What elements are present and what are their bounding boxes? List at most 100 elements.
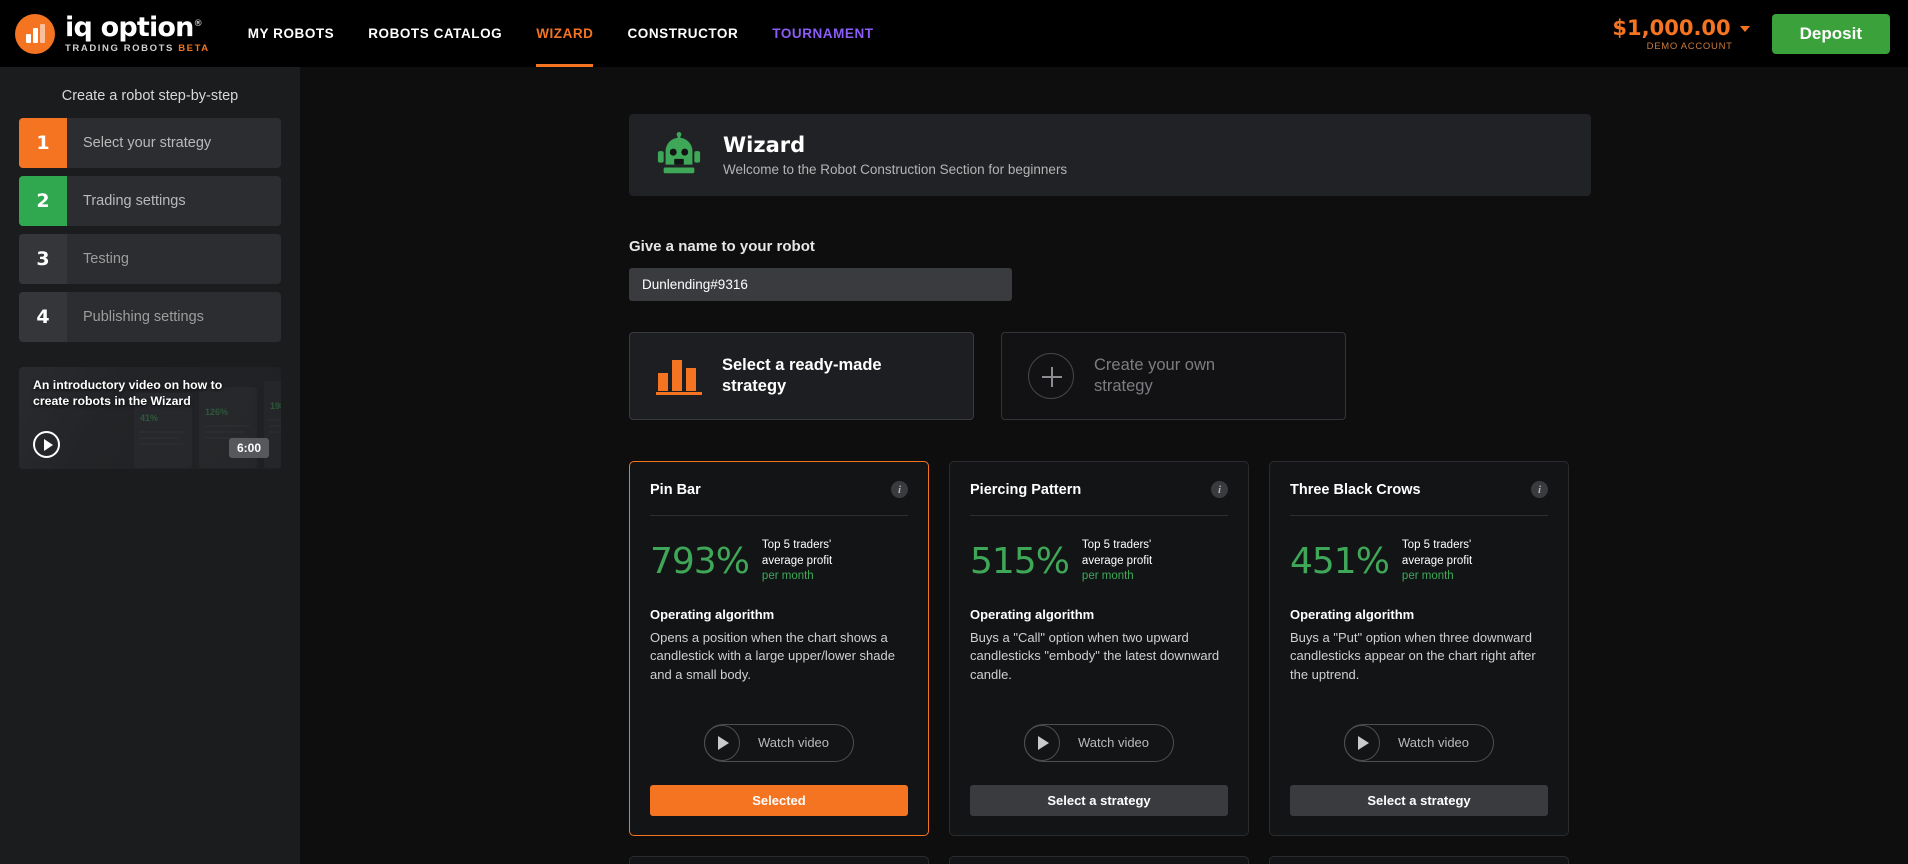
- profit-caption-line3: per month: [761, 570, 814, 583]
- bar-chart-icon: [656, 357, 702, 395]
- step-label-1: Select your strategy: [83, 135, 212, 151]
- strategy-card-partial[interactable]: [1269, 855, 1569, 864]
- nav-item-my-robots[interactable]: MY ROBOTS: [248, 0, 334, 67]
- algorithm-title: Operating algorithm: [970, 606, 1095, 622]
- video-duration: 6:00: [228, 438, 269, 458]
- profit-caption-line1: Top 5 traders': [1401, 539, 1472, 551]
- sidebar-title: Create a robot step-by-step: [61, 88, 239, 104]
- watch-video-label: Watch video: [757, 735, 830, 751]
- profit-caption-line2: average profit: [1401, 554, 1473, 567]
- info-icon[interactable]: i: [1531, 481, 1548, 498]
- strategy-card-three-black-crows[interactable]: Three Black Crows i 451% Top 5 traders' …: [1269, 461, 1569, 836]
- profit-caption-line2: average profit: [1081, 554, 1153, 567]
- account-type-label: DEMO ACCOUNT: [1646, 40, 1733, 52]
- step-number-2: 2: [19, 176, 67, 226]
- sidebar-step-3[interactable]: 3 Testing: [19, 234, 281, 284]
- logo-wordmark: iq option® TRADING ROBOTS BETA: [65, 14, 210, 54]
- strategy-profit-percent: 515%: [970, 540, 1070, 582]
- profit-caption-line1: Top 5 traders': [761, 539, 832, 551]
- play-icon: [703, 724, 740, 761]
- strategy-name: Piercing Pattern: [970, 481, 1082, 498]
- watch-video-button[interactable]: Watch video: [1023, 723, 1175, 762]
- robot-name-input[interactable]: [629, 268, 1012, 301]
- strategy-name: Pin Bar: [650, 481, 701, 498]
- divider: [1290, 515, 1548, 516]
- logo-beta-badge: BETA: [178, 42, 210, 54]
- nav-item-constructor[interactable]: CONSTRUCTOR: [627, 0, 738, 67]
- strategy-card-partial[interactable]: [629, 855, 929, 864]
- wizard-title: Wizard: [723, 133, 806, 157]
- strategy-select-button[interactable]: Select a strategy: [1290, 784, 1548, 816]
- balance-amount: $1,000.00: [1612, 15, 1731, 40]
- balance-selector[interactable]: $1,000.00 DEMO ACCOUNT: [1612, 15, 1750, 52]
- strategy-card-piercing-pattern[interactable]: Piercing Pattern i 515% Top 5 traders' a…: [949, 461, 1249, 836]
- strategy-cards-next-row: [629, 855, 1591, 864]
- step-number-1: 1: [19, 118, 67, 168]
- nav-item-tournament[interactable]: TOURNAMENT: [772, 0, 873, 67]
- chevron-down-icon[interactable]: [1739, 26, 1750, 32]
- algorithm-title: Operating algorithm: [650, 606, 775, 622]
- sidebar-step-1[interactable]: 1 Select your strategy: [19, 118, 281, 168]
- top-header: iq option® TRADING ROBOTS BETA MY ROBOTS…: [0, 0, 1908, 67]
- choice-ready-made-strategy[interactable]: Select a ready-made strategy: [629, 332, 974, 420]
- play-icon[interactable]: [33, 431, 60, 458]
- watch-video-label: Watch video: [1077, 735, 1150, 751]
- robot-icon: [657, 132, 701, 174]
- profit-caption-line2: average profit: [761, 554, 833, 567]
- watch-video-button[interactable]: Watch video: [703, 723, 855, 762]
- brand-logo[interactable]: iq option® TRADING ROBOTS BETA: [15, 13, 210, 54]
- strategy-cards-row: Pin Bar i 793% Top 5 traders' average pr…: [629, 461, 1591, 836]
- thumb-percent-1: 41%: [140, 413, 159, 423]
- strategy-select-button[interactable]: Selected: [650, 784, 908, 816]
- registered-mark: ®: [193, 18, 203, 29]
- algorithm-description: Buys a "Put" option when three downward …: [1290, 629, 1536, 683]
- profit-caption-line3: per month: [1081, 570, 1134, 583]
- intro-video-card[interactable]: 41% 126% 198% An introductory video on h…: [19, 367, 281, 469]
- profit-caption-line1: Top 5 traders': [1081, 539, 1152, 551]
- video-title: An introductory video on how to create r…: [33, 378, 223, 409]
- logo-bars-icon: [15, 13, 55, 54]
- wizard-banner: Wizard Welcome to the Robot Construction…: [629, 114, 1591, 196]
- nav-item-robots-catalog[interactable]: ROBOTS CATALOG: [368, 0, 502, 67]
- step-number-4: 4: [19, 292, 67, 342]
- info-icon[interactable]: i: [891, 481, 908, 498]
- thumb-percent-3: 198%: [270, 401, 281, 411]
- algorithm-description: Buys a "Call" option when two upward can…: [970, 629, 1220, 683]
- main-navigation: MY ROBOTS ROBOTS CATALOG WIZARD CONSTRUC…: [248, 0, 908, 67]
- algorithm-description: Opens a position when the chart shows a …: [650, 629, 895, 683]
- step-label-3: Testing: [83, 251, 129, 267]
- strategy-select-button[interactable]: Select a strategy: [970, 784, 1228, 816]
- watch-video-label: Watch video: [1397, 735, 1470, 751]
- choice-own-strategy[interactable]: Create your own strategy: [1001, 332, 1346, 420]
- play-icon: [1023, 724, 1060, 761]
- strategy-profit-percent: 451%: [1290, 540, 1390, 582]
- algorithm-title: Operating algorithm: [1290, 606, 1415, 622]
- deposit-button[interactable]: Deposit: [1771, 13, 1890, 54]
- strategy-card-partial[interactable]: [949, 855, 1249, 864]
- info-icon[interactable]: i: [1211, 481, 1228, 498]
- divider: [970, 515, 1228, 516]
- choice-ready-made-label: Select a ready-made strategy: [722, 355, 882, 395]
- choice-own-label: Create your own strategy: [1094, 355, 1216, 395]
- strategy-card-pin-bar[interactable]: Pin Bar i 793% Top 5 traders' average pr…: [629, 461, 929, 836]
- plus-icon: [1028, 353, 1074, 399]
- nav-item-wizard[interactable]: WIZARD: [536, 0, 594, 67]
- strategy-profit-percent: 793%: [650, 540, 750, 582]
- watch-video-button[interactable]: Watch video: [1343, 723, 1495, 762]
- logo-tagline: TRADING ROBOTS: [65, 42, 174, 54]
- strategy-name: Three Black Crows: [1290, 481, 1421, 498]
- profit-caption-line3: per month: [1401, 570, 1454, 583]
- wizard-subtitle: Welcome to the Robot Construction Sectio…: [723, 162, 1068, 177]
- step-label-2: Trading settings: [83, 193, 186, 209]
- step-label-4: Publishing settings: [83, 309, 204, 325]
- step-number-3: 3: [19, 234, 67, 284]
- sidebar-step-4[interactable]: 4 Publishing settings: [19, 292, 281, 342]
- header-account-area: $1,000.00 DEMO ACCOUNT Deposit: [1612, 13, 1890, 54]
- main-content: Wizard Welcome to the Robot Construction…: [300, 67, 1908, 864]
- sidebar-step-2[interactable]: 2 Trading settings: [19, 176, 281, 226]
- robot-name-label: Give a name to your robot: [629, 238, 815, 255]
- strategy-mode-row: Select a ready-made strategy Create your…: [629, 332, 1591, 420]
- play-icon: [1343, 724, 1380, 761]
- divider: [650, 515, 908, 516]
- wizard-sidebar: Create a robot step-by-step 1 Select you…: [0, 67, 300, 864]
